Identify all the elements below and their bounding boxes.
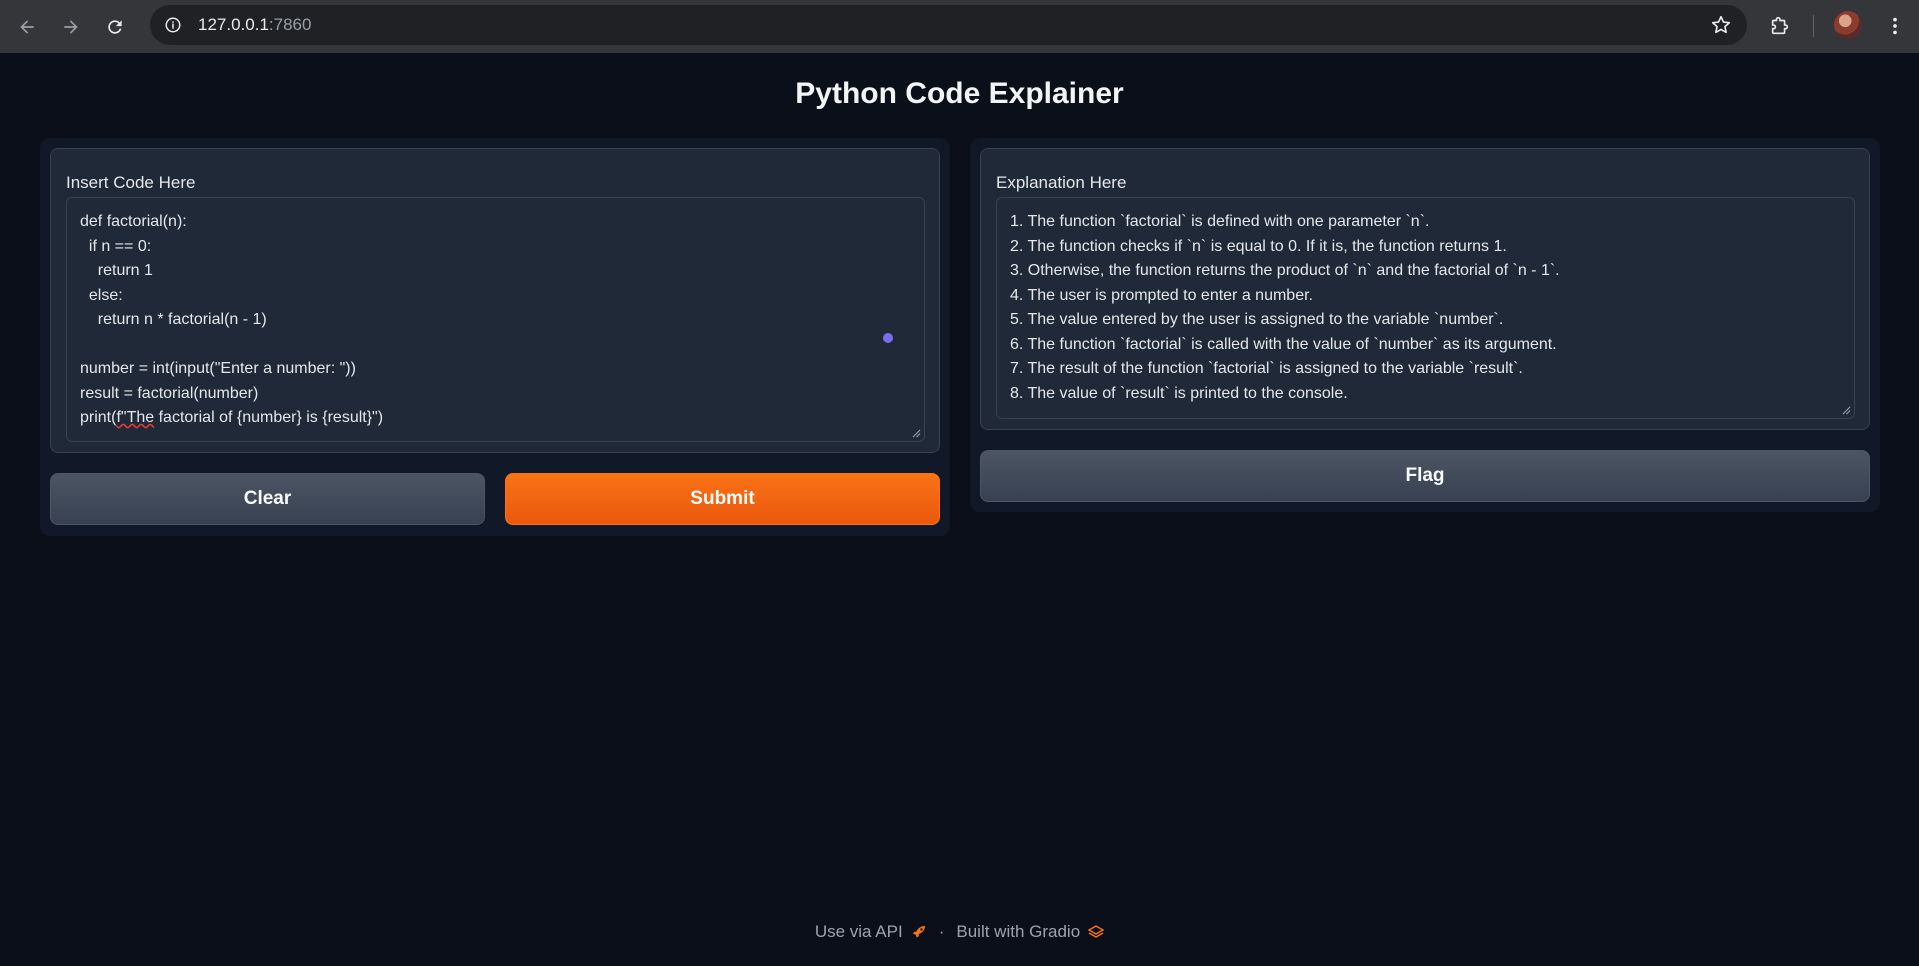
explanation-line: 1. The function `factorial` is defined w… <box>1010 213 1430 230</box>
back-button[interactable] <box>5 5 49 49</box>
code-line-prefix: print( <box>80 409 117 426</box>
forward-button[interactable] <box>49 5 93 49</box>
explanation-line: 7. The result of the function `factorial… <box>1010 360 1523 377</box>
code-line: number = int(input("Enter a number: ")) <box>80 360 356 377</box>
profile-avatar[interactable] <box>1834 11 1862 39</box>
resize-handle-icon[interactable] <box>912 429 921 438</box>
code-input-block: Insert Code Here def factorial(n): if n … <box>50 148 940 453</box>
code-input-textarea[interactable]: def factorial(n): if n == 0: return 1 el… <box>66 197 925 442</box>
input-panel: Insert Code Here def factorial(n): if n … <box>40 138 950 536</box>
code-line: def factorial(n): <box>80 213 187 230</box>
flag-button[interactable]: Flag <box>980 450 1870 502</box>
url-text: 127.0.0.1:7860 <box>198 15 311 35</box>
url-host: 127.0.0.1 <box>198 15 269 34</box>
toolbar-divider <box>1813 15 1814 37</box>
rocket-icon <box>911 924 927 940</box>
explanation-label: Explanation Here <box>996 173 1127 192</box>
use-via-api-link[interactable]: Use via API <box>815 922 903 942</box>
reload-button[interactable] <box>93 5 137 49</box>
address-bar[interactable]: 127.0.0.1:7860 <box>150 5 1747 45</box>
explanation-line: 5. The value entered by the user is assi… <box>1010 311 1504 328</box>
kebab-menu-icon <box>1893 17 1897 35</box>
explanation-line: 6. The function `factorial` is called wi… <box>1010 335 1557 353</box>
code-line: if n == 0: <box>80 237 152 255</box>
extensions-button[interactable] <box>1764 10 1796 42</box>
explanation-block: Explanation Here 1. The function `factor… <box>980 148 1870 430</box>
status-dot-icon <box>883 333 893 343</box>
built-with-gradio-link[interactable]: Built with Gradio <box>956 922 1080 942</box>
site-info-icon[interactable] <box>158 10 188 40</box>
resize-handle-icon[interactable] <box>1842 406 1851 415</box>
explanation-textarea[interactable]: 1. The function `factorial` is defined w… <box>996 197 1855 419</box>
explanation-line: 2. The function checks if `n` is equal t… <box>1010 237 1507 255</box>
bookmark-star-icon[interactable] <box>1709 13 1733 37</box>
explanation-line: 3. Otherwise, the function returns the p… <box>1010 262 1560 279</box>
arrow-left-icon <box>20 19 34 34</box>
clear-button[interactable]: Clear <box>50 473 485 525</box>
code-input-label: Insert Code Here <box>66 173 196 192</box>
code-line: return n * factorial(n - 1) <box>80 311 267 328</box>
explanation-line: 4. The user is prompted to enter a numbe… <box>1010 286 1313 304</box>
explanation-line: 8. The value of `result` is printed to t… <box>1010 384 1348 402</box>
footer: Use via API · Built with Gradio <box>0 922 1919 942</box>
footer-separator: · <box>938 922 945 941</box>
spellcheck-squiggle: f"The <box>116 409 155 426</box>
code-line: else: <box>80 286 123 304</box>
browser-toolbar: 127.0.0.1:7860 <box>0 0 1919 53</box>
code-line: return 1 <box>80 262 153 279</box>
arrow-right-icon <box>64 19 78 34</box>
code-line: result = factorial(number) <box>80 384 259 402</box>
browser-menu-button[interactable] <box>1880 10 1910 42</box>
submit-button[interactable]: Submit <box>505 473 940 525</box>
puzzle-icon <box>1771 16 1789 35</box>
gradio-logo-icon <box>1088 924 1105 940</box>
page-title: Python Code Explainer <box>795 77 1124 110</box>
reload-icon <box>108 19 122 34</box>
output-panel: Explanation Here 1. The function `factor… <box>970 138 1880 512</box>
url-port: :7860 <box>268 15 312 34</box>
code-line-suffix: factorial of {number} is {result}") <box>154 409 384 426</box>
